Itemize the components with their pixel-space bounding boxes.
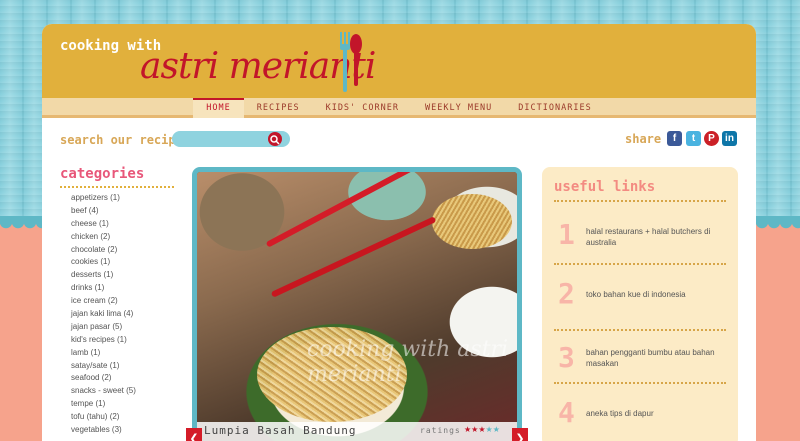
fork-spoon-icon <box>340 32 362 92</box>
category-link[interactable]: drinks (1) <box>71 282 136 295</box>
category-link[interactable]: vegetables (3) <box>71 424 136 437</box>
recipe-title[interactable]: Lumpia Basah Bandung <box>204 424 356 437</box>
nav-kids-corner[interactable]: KIDS' CORNER <box>313 98 412 118</box>
list-number: 3 <box>558 341 575 374</box>
category-link[interactable]: tofu (tahu) (2) <box>71 411 136 424</box>
useful-link-item: 4 aneka tips di dapur <box>554 382 726 441</box>
nav-home[interactable]: HOME <box>193 98 244 118</box>
facebook-icon[interactable]: f <box>667 131 682 146</box>
twitter-icon[interactable]: t <box>686 131 701 146</box>
useful-link[interactable]: bahan pengganti bumbu atau bahan masakan <box>586 347 721 369</box>
category-link[interactable]: chicken (2) <box>71 231 136 244</box>
pinterest-icon[interactable]: P <box>704 131 719 146</box>
list-number: 4 <box>558 396 575 429</box>
category-link[interactable]: satay/sate (1) <box>71 360 136 373</box>
caption-bar: Lumpia Basah Bandung ratings ★★★★★ <box>197 422 517 441</box>
useful-links-heading: useful links <box>554 179 656 195</box>
category-link[interactable]: desserts (1) <box>71 269 136 282</box>
nav-dictionaries[interactable]: DICTIONARIES <box>505 98 604 118</box>
category-link[interactable]: snacks - sweet (5) <box>71 385 136 398</box>
star-filled-icon[interactable]: ★ <box>478 425 485 434</box>
share-label: share <box>625 132 662 146</box>
useful-link-item: 2 toko bahan kue di indonesia <box>554 263 726 323</box>
useful-link[interactable]: aneka tips di dapur <box>586 408 721 419</box>
ratings-label: ratings <box>420 426 461 435</box>
list-number: 1 <box>558 218 575 251</box>
star-empty-icon[interactable]: ★ <box>486 425 493 434</box>
chevron-left-icon: ❮ <box>189 432 199 441</box>
category-link[interactable]: ice cream (2) <box>71 295 136 308</box>
useful-link-item: 1 halal restaurans + halal butchers di a… <box>554 200 726 260</box>
category-link[interactable]: chocolate (2) <box>71 244 136 257</box>
page-container: cooking with astri merianti HOME RECIPES… <box>42 24 756 441</box>
category-link[interactable]: beef (4) <box>71 205 136 218</box>
next-slide-button[interactable]: ❯ <box>512 428 528 441</box>
search-icon <box>270 135 280 145</box>
search-button[interactable] <box>268 132 282 146</box>
category-link[interactable]: jajan kaki lima (4) <box>71 308 136 321</box>
linkedin-icon[interactable]: in <box>722 131 737 146</box>
category-link[interactable]: appetizers (1) <box>71 192 136 205</box>
chevron-right-icon: ❯ <box>515 432 525 441</box>
categories-divider <box>60 186 174 188</box>
category-link[interactable]: cheese (1) <box>71 218 136 231</box>
category-link[interactable]: kid's recipes (1) <box>71 334 136 347</box>
categories-list: appetizers (1) beef (4) cheese (1) chicken … <box>71 192 136 437</box>
useful-link[interactable]: halal restaurans + halal butchers di aus… <box>586 226 721 248</box>
search-label: search our recipes <box>60 133 191 147</box>
category-link[interactable]: lamb (1) <box>71 347 136 360</box>
list-number: 2 <box>558 277 575 310</box>
photo-watermark: cooking with astri merianti <box>307 337 509 387</box>
category-link[interactable]: tempe (1) <box>71 398 136 411</box>
category-link[interactable]: cookies (1) <box>71 256 136 269</box>
nav-weekly-menu[interactable]: WEEKLY MENU <box>412 98 505 118</box>
prev-slide-button[interactable]: ❮ <box>186 428 202 441</box>
category-link[interactable]: jajan pasar (5) <box>71 321 136 334</box>
category-link[interactable]: seafood (2) <box>71 372 136 385</box>
noodle-bowl <box>432 194 512 249</box>
useful-link[interactable]: toko bahan kue di indonesia <box>586 289 721 300</box>
rating-stars: ★★★★★ <box>464 425 500 434</box>
categories-heading: categories <box>60 166 145 182</box>
site-header: cooking with astri merianti <box>42 24 756 98</box>
useful-links-panel: useful links 1 halal restaurans + halal … <box>542 167 738 441</box>
useful-link-item: 3 bahan pengganti bumbu atau bahan masak… <box>554 329 726 389</box>
main-nav: HOME RECIPES KIDS' CORNER WEEKLY MENU DI… <box>42 98 756 118</box>
star-empty-icon[interactable]: ★ <box>493 425 500 434</box>
featured-recipe[interactable]: cooking with astri merianti Lumpia Basah… <box>192 167 522 441</box>
nav-recipes[interactable]: RECIPES <box>244 98 313 118</box>
